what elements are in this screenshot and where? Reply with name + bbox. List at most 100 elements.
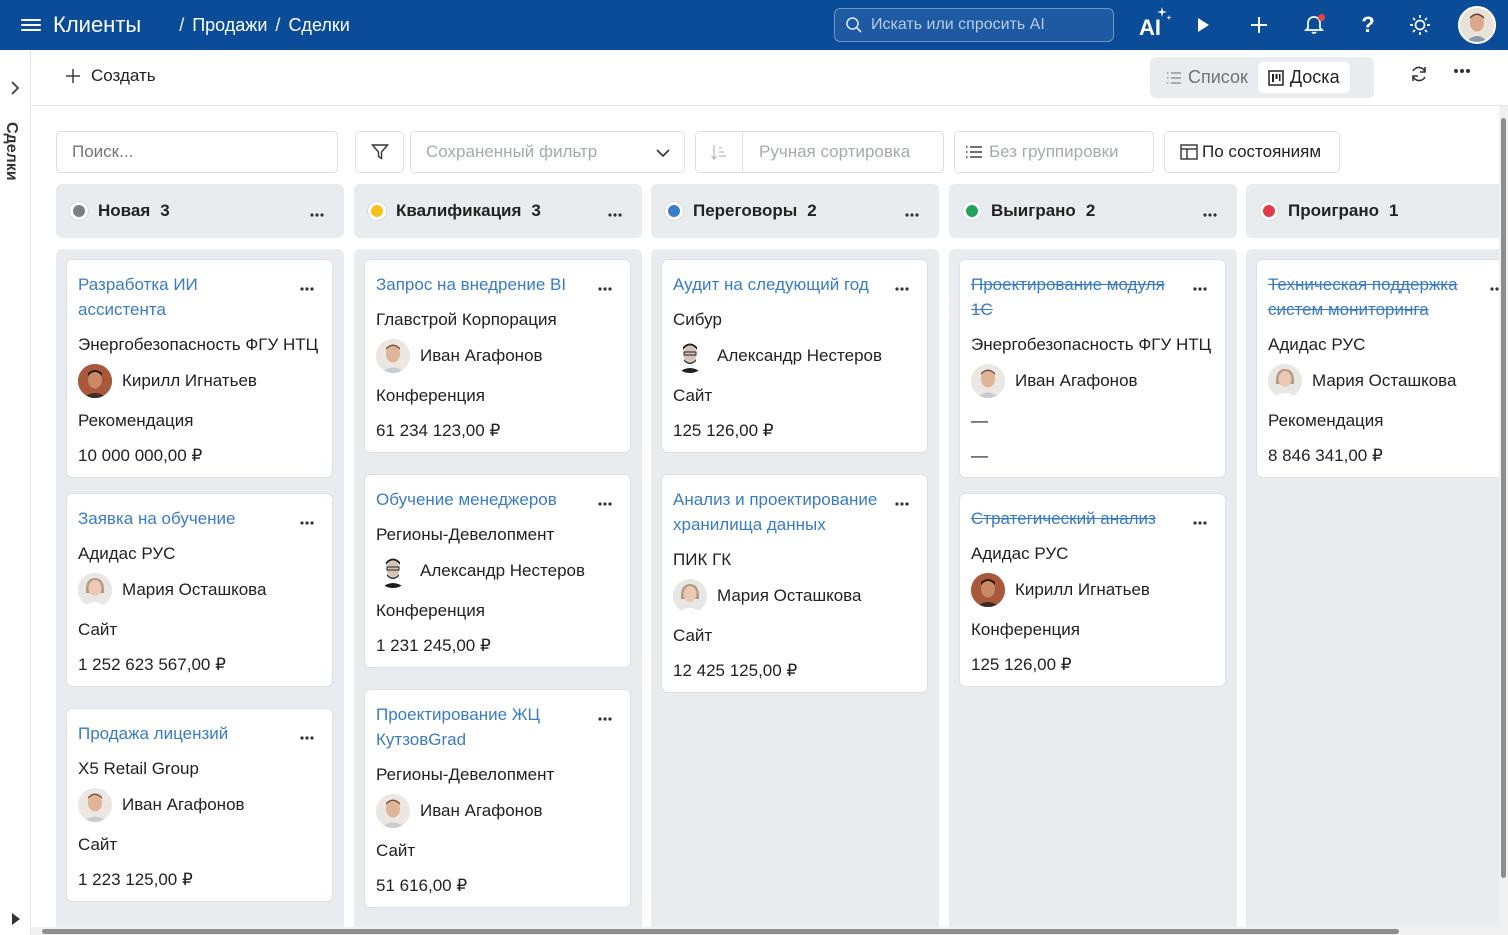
deal-owner-name: Мария Осташкова <box>1312 371 1457 390</box>
more-horizontal-icon[interactable] <box>1453 68 1471 74</box>
deal-title-link[interactable]: Проектирование ЖЦ КутзовGrad <box>376 702 581 752</box>
board-search[interactable] <box>56 131 338 173</box>
deal-company: Адидас РУС <box>1268 335 1366 354</box>
column-body: Проектирование модуля 1С Энергобезопасно… <box>949 249 1237 935</box>
column-more-icon[interactable] <box>905 202 919 222</box>
deal-card[interactable]: Техническая поддержка систем мониторинга… <box>1256 259 1508 478</box>
deal-card[interactable]: Продажа лицензий X5 Retail Group Иван Аг… <box>66 708 333 902</box>
column-body: Разработка ИИ ассистента Энергобезопасно… <box>56 249 344 935</box>
plus-icon[interactable] <box>1237 0 1281 50</box>
deal-company: Адидас РУС <box>971 544 1069 563</box>
vertical-scroll-thumb[interactable] <box>1501 118 1506 878</box>
deal-title-link[interactable]: Продажа лицензий <box>78 721 283 746</box>
deal-title-link[interactable]: Техническая поддержка систем мониторинга <box>1268 272 1473 322</box>
column-title: Квалификация <box>396 201 522 220</box>
deal-card[interactable]: Обучение менеджеров Регионы-Девелопмент … <box>364 474 631 668</box>
column-header: Квалификация 3 <box>354 184 642 238</box>
status-dot <box>963 202 981 220</box>
board-search-input[interactable] <box>72 142 322 162</box>
global-search-input[interactable] <box>871 16 1101 34</box>
breadcrumb-sales[interactable]: Продажи <box>192 15 267 36</box>
card-more-icon[interactable] <box>300 278 314 296</box>
saved-filter-select[interactable]: Сохраненный фильтр <box>410 131 685 173</box>
menu-icon[interactable] <box>21 19 41 31</box>
deal-card[interactable]: Проектирование ЖЦ КутзовGrad Регионы-Дев… <box>364 689 631 908</box>
chevron-right-icon[interactable] <box>6 78 24 98</box>
column-body: Запрос на внедрение BI Главстрой Корпора… <box>354 249 642 935</box>
deal-source: — <box>971 411 988 430</box>
grouping-select[interactable]: Без группировки <box>954 131 1154 173</box>
column-header: Выиграно 2 <box>949 184 1237 238</box>
column-more-icon[interactable] <box>1203 202 1217 222</box>
deal-card[interactable]: Запрос на внедрение BI Главстрой Корпора… <box>364 259 631 453</box>
deal-source: Сайт <box>376 841 416 860</box>
card-more-icon[interactable] <box>1193 512 1207 530</box>
card-more-icon[interactable] <box>598 278 612 296</box>
deal-card[interactable]: Разработка ИИ ассистента Энергобезопасно… <box>66 259 333 478</box>
deal-title-link[interactable]: Стратегический анализ <box>971 506 1176 531</box>
by-state-button[interactable]: По состояниям <box>1164 131 1340 173</box>
deal-title-link[interactable]: Анализ и проектирование хранилища данных <box>673 487 878 537</box>
card-more-icon[interactable] <box>1193 278 1207 296</box>
sort-label: Ручная сортировка <box>759 142 911 161</box>
deal-owner-name: Кирилл Игнатьев <box>1015 580 1150 599</box>
deal-title-link[interactable]: Разработка ИИ ассистента <box>78 272 283 322</box>
create-button[interactable]: Создать <box>65 66 156 86</box>
deal-title-link[interactable]: Аудит на следующий год <box>673 272 878 297</box>
deal-amount: 1 231 245,00 ₽ <box>376 636 491 655</box>
sort-select[interactable]: Ручная сортировка <box>695 131 944 173</box>
breadcrumb-separator: / <box>275 14 281 35</box>
view-switch: Список Доска <box>1150 57 1374 98</box>
view-list-button[interactable]: Список <box>1156 62 1258 93</box>
caret-right-icon[interactable] <box>10 912 22 926</box>
deal-owner-name: Иван Агафонов <box>122 795 245 814</box>
card-more-icon[interactable] <box>598 493 612 511</box>
column-more-icon[interactable] <box>310 202 324 222</box>
deal-card[interactable]: Аудит на следующий год Сибур Александр Н… <box>661 259 928 453</box>
deal-company: Главстрой Корпорация <box>376 310 557 329</box>
user-avatar[interactable] <box>1458 6 1496 44</box>
search-icon <box>846 17 862 33</box>
deal-company: Адидас РУС <box>78 544 176 563</box>
deal-amount: 125 126,00 ₽ <box>971 655 1072 674</box>
card-more-icon[interactable] <box>895 493 909 511</box>
help-icon[interactable]: ? <box>1346 0 1390 50</box>
sort-direction-toggle[interactable] <box>696 132 743 172</box>
app-title[interactable]: Клиенты <box>53 12 141 38</box>
horizontal-scroll-thumb[interactable] <box>42 929 1399 934</box>
view-list-label: Список <box>1188 67 1248 87</box>
deal-owner-name: Александр Нестеров <box>717 346 883 365</box>
view-board-button[interactable]: Доска <box>1257 62 1350 93</box>
deal-company: ПИК ГК <box>673 550 732 569</box>
funnel-icon <box>370 144 389 160</box>
deal-title-link[interactable]: Заявка на обучение <box>78 506 283 531</box>
deal-amount: 1 252 623 567,00 ₽ <box>78 655 226 674</box>
deal-card[interactable]: Стратегический анализ Адидас РУС Кирилл … <box>959 493 1226 687</box>
card-more-icon[interactable] <box>300 727 314 745</box>
column-more-icon[interactable] <box>608 202 622 222</box>
deal-owner-name: Иван Агафонов <box>420 801 543 820</box>
filter-button[interactable] <box>355 131 404 173</box>
deal-title-link[interactable]: Запрос на внедрение BI <box>376 272 581 297</box>
card-more-icon[interactable] <box>598 708 612 726</box>
refresh-icon[interactable] <box>1409 64 1429 84</box>
deal-owner: Иван Агафонов <box>78 788 321 822</box>
column-title: Проиграно <box>1288 201 1380 220</box>
side-rail: Сделки <box>0 50 31 935</box>
rail-label: Сделки <box>3 122 20 181</box>
deal-title-link[interactable]: Проектирование модуля 1С <box>971 272 1176 322</box>
card-more-icon[interactable] <box>300 512 314 530</box>
deal-card[interactable]: Заявка на обучение Адидас РУС Мария Оста… <box>66 493 333 687</box>
play-icon[interactable] <box>1181 0 1225 50</box>
bell-icon[interactable] <box>1292 0 1336 50</box>
deal-title-link[interactable]: Обучение менеджеров <box>376 487 581 512</box>
ai-assistant-icon[interactable]: AI <box>1128 0 1172 50</box>
deal-owner-name: Александр Нестеров <box>420 561 586 580</box>
theme-sun-icon[interactable] <box>1398 0 1442 50</box>
card-more-icon[interactable] <box>895 278 909 296</box>
deal-card[interactable]: Анализ и проектирование хранилища данных… <box>661 474 928 693</box>
sparkle-icon <box>1157 7 1172 20</box>
deal-card[interactable]: Проектирование модуля 1С Энергобезопасно… <box>959 259 1226 478</box>
global-search[interactable] <box>834 8 1114 42</box>
avatar <box>673 579 707 613</box>
